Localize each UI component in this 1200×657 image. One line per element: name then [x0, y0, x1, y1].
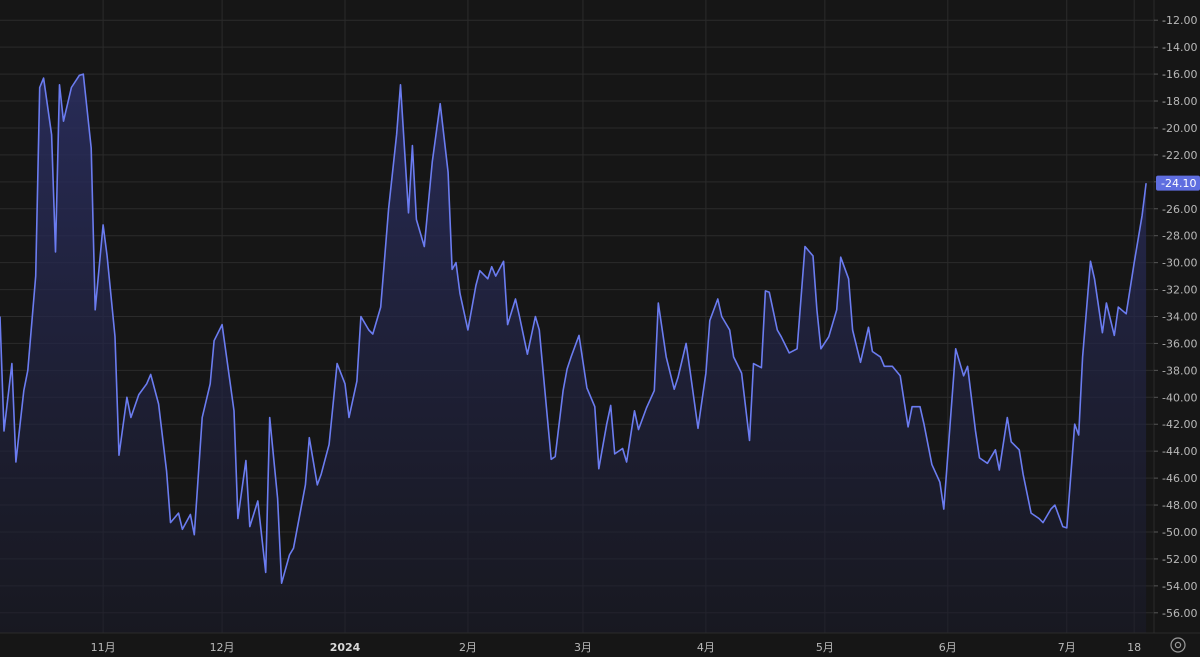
chart-container: -12.00 -14.00 -16.00 -18.00 -20.00 -22.00 -24.… [0, 0, 1200, 657]
x-tick-label: 2024 [330, 641, 361, 654]
y-tick-label: -44.00 [1162, 445, 1197, 458]
x-tick-label: 3月 [574, 641, 592, 654]
last-value-label: -24.10 [1156, 175, 1200, 191]
y-tick-label: -54.00 [1162, 580, 1197, 593]
last-value-text: -24.10 [1161, 177, 1196, 190]
x-tick-label: 11月 [91, 641, 116, 654]
x-tick-label: 5月 [816, 641, 834, 654]
x-tick-label: 4月 [697, 641, 715, 654]
y-tick-label: -36.00 [1162, 337, 1197, 350]
x-tick-label: 2月 [459, 641, 477, 654]
y-tick-label: -26.00 [1162, 203, 1197, 216]
y-tick-label: -22.00 [1162, 149, 1197, 162]
y-tick-label: -34.00 [1162, 311, 1197, 324]
y-tick-label: -42.00 [1162, 418, 1197, 431]
y-tick-label: -32.00 [1162, 284, 1197, 297]
y-tick-label: -12.00 [1162, 14, 1197, 27]
y-tick-label: -56.00 [1162, 607, 1197, 620]
y-tick-label: -52.00 [1162, 553, 1197, 566]
y-tick-label: -18.00 [1162, 95, 1197, 108]
y-tick-label: -28.00 [1162, 230, 1197, 243]
y-tick-label: -30.00 [1162, 257, 1197, 270]
y-tick-label: -40.00 [1162, 391, 1197, 404]
x-tick-label: 18 [1127, 641, 1141, 654]
x-tick-label: 7月 [1058, 641, 1076, 654]
y-tick-label: -38.00 [1162, 364, 1197, 377]
y-tick-label: -14.00 [1162, 41, 1197, 54]
y-tick-label: -50.00 [1162, 526, 1197, 539]
y-tick-label: -20.00 [1162, 122, 1197, 135]
y-tick-label: -16.00 [1162, 68, 1197, 81]
y-tick-label: -48.00 [1162, 499, 1197, 512]
x-tick-label: 12月 [210, 641, 235, 654]
x-tick-label: 6月 [939, 641, 957, 654]
area-chart: -12.00 -14.00 -16.00 -18.00 -20.00 -22.00 -24.… [0, 0, 1200, 657]
y-tick-label: -46.00 [1162, 472, 1197, 485]
